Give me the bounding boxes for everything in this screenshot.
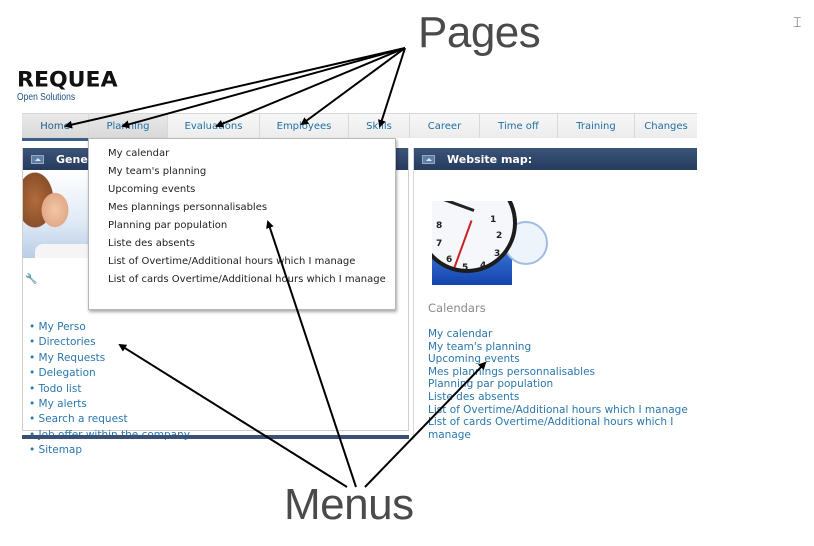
menu-item-team-planning[interactable]: My team's planning — [89, 163, 395, 181]
planning-dropdown-menu: My calendar My team's planning Upcoming … — [88, 138, 396, 310]
logo-tagline: Open Solutions — [17, 92, 76, 103]
tab-changes[interactable]: Changes — [635, 114, 697, 138]
link-sitemap[interactable]: Sitemap — [29, 443, 190, 458]
tab-skills[interactable]: Skills — [349, 114, 410, 138]
website-map-title: Website map: — [447, 152, 533, 166]
woman-photo — [23, 170, 93, 258]
sitemap-link-liste-absents[interactable]: Liste des absents — [428, 391, 698, 404]
logo[interactable]: REQUEA Open Solutions — [17, 70, 118, 103]
alarm-clock-image: 1 2 3 4 5 6 7 8 — [432, 201, 549, 285]
tab-employees[interactable]: Employees — [260, 114, 349, 138]
menu-item-mes-plannings[interactable]: Mes plannings personnalisables — [89, 199, 395, 217]
menus-annotation: Menus — [284, 480, 414, 529]
tab-career[interactable]: Career — [410, 114, 480, 138]
logo-name: REQUEA — [17, 68, 118, 93]
panel-footer-bar — [22, 435, 409, 439]
tab-training[interactable]: Training — [558, 114, 635, 138]
tab-evaluations[interactable]: Evaluations — [168, 114, 260, 138]
sitemap-link-my-calendar[interactable]: My calendar — [428, 328, 698, 341]
sitemap-link-planning-population[interactable]: Planning par population — [428, 378, 698, 391]
tab-career-label: Career — [427, 120, 462, 132]
link-directories[interactable]: Directories — [29, 335, 190, 350]
link-todo-list[interactable]: Todo list — [29, 382, 190, 397]
collapse-icon[interactable] — [422, 154, 435, 164]
wrench-icon[interactable]: 🔧 — [25, 274, 37, 285]
tab-training-label: Training — [576, 120, 616, 132]
menu-item-upcoming-events[interactable]: Upcoming events — [89, 181, 395, 199]
tab-employees-label: Employees — [276, 120, 332, 132]
link-delegation[interactable]: Delegation — [29, 366, 190, 381]
pages-annotation: Pages — [418, 8, 541, 57]
website-map-header: Website map: — [414, 148, 697, 170]
link-my-personal[interactable]: My Perso — [29, 320, 190, 335]
tab-skills-label: Skills — [366, 120, 392, 132]
calendars-section-title: Calendars — [428, 301, 486, 315]
tab-planning-label: Planning — [106, 120, 150, 132]
main-navigation: Home Planning Evaluations Employees Skil… — [22, 113, 697, 141]
menu-item-cards-overtime[interactable]: List of cards Overtime/Additional hours … — [89, 271, 395, 289]
tab-evaluations-label: Evaluations — [184, 120, 243, 132]
website-map-panel: Website map: 1 2 3 4 5 6 7 8 Calendars M… — [413, 148, 698, 441]
sitemap-link-upcoming-events[interactable]: Upcoming events — [428, 353, 698, 366]
menu-item-my-calendar[interactable]: My calendar — [89, 145, 395, 163]
tab-home[interactable]: Home — [22, 114, 89, 141]
text-cursor-icon: ⌶ — [793, 15, 802, 31]
tab-active-indicator — [22, 138, 88, 141]
sitemap-link-team-planning[interactable]: My team's planning — [428, 341, 698, 354]
link-search-request[interactable]: Search a request — [29, 412, 190, 427]
collapse-icon[interactable] — [31, 154, 44, 164]
menu-item-planning-population[interactable]: Planning par population — [89, 217, 395, 235]
menu-item-overtime[interactable]: List of Overtime/Additional hours which … — [89, 253, 395, 271]
tab-changes-label: Changes — [644, 120, 688, 132]
sitemap-link-overtime[interactable]: List of Overtime/Additional hours which … — [428, 404, 698, 417]
tab-home-label: Home — [40, 120, 70, 132]
menu-item-liste-absents[interactable]: Liste des absents — [89, 235, 395, 253]
tab-planning[interactable]: Planning — [89, 114, 168, 141]
tab-time-off[interactable]: Time off — [480, 114, 558, 138]
link-my-alerts[interactable]: My alerts — [29, 397, 190, 412]
sitemap-link-cards-overtime[interactable]: List of cards Overtime/Additional hours … — [428, 416, 698, 441]
calendar-links: My calendar My team's planning Upcoming … — [428, 328, 698, 441]
tab-time-off-label: Time off — [498, 120, 539, 132]
sitemap-link-mes-plannings[interactable]: Mes plannings personnalisables — [428, 366, 698, 379]
link-my-requests[interactable]: My Requests — [29, 351, 190, 366]
